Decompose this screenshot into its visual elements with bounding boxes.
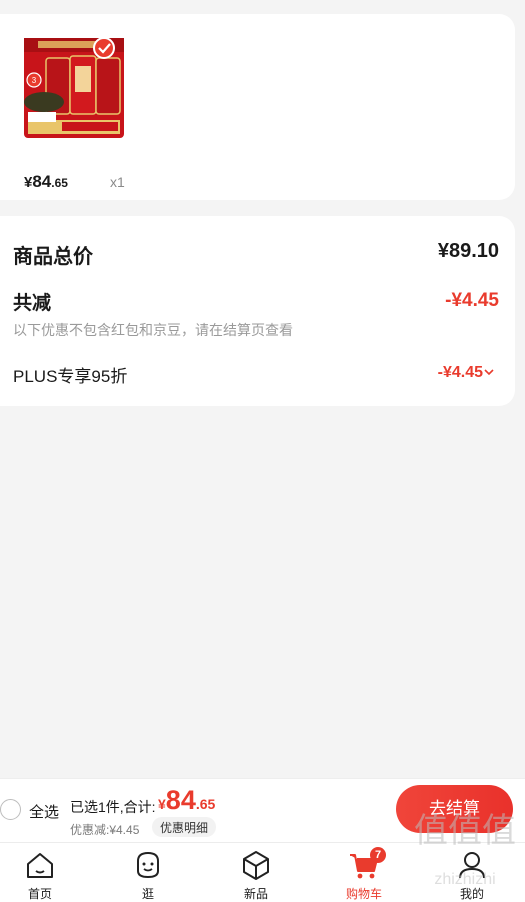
new-products-icon [243, 851, 269, 880]
discount-note: 以下优惠不包含红包和京豆，请在结算页查看 [13, 322, 293, 338]
discount-label: 共减 [13, 293, 52, 314]
home-icon [27, 853, 53, 878]
chevron-down-icon[interactable] [483, 366, 495, 378]
selected-count-text: 已选1件,合计: [70, 799, 156, 815]
checkout-total: ¥84.65 [158, 785, 215, 816]
tab-cart[interactable]: 7 购物车 [324, 843, 404, 902]
thumbnail-badge: 3 [32, 76, 37, 85]
tab-cart-label: 购物车 [345, 887, 382, 901]
watermark-logo: 值值值 zhizhizhi [414, 811, 516, 888]
plus-discount-label[interactable]: PLUS专享95折 [13, 362, 127, 387]
plus-discount-value[interactable]: -¥4.45 [438, 364, 483, 382]
product-quantity[interactable]: x1 [110, 174, 125, 190]
total-price-label: 商品总价 [13, 246, 93, 268]
discover-icon [137, 851, 159, 879]
product-price: ¥84.65 [24, 172, 68, 192]
cart-page: 3 ¥84.65 x1 商品总价 ¥89.10 共减 -¥4.45 以下优惠不包… [0, 0, 525, 902]
tab-discover[interactable]: 逛 [108, 843, 188, 902]
price-summary-card: 商品总价 ¥89.10 共减 -¥4.45 以下优惠不包含红包和京豆，请在结算页… [0, 216, 515, 406]
checkout-total-currency: ¥ [158, 796, 166, 812]
tab-home-label: 首页 [27, 887, 52, 901]
cart-badge: 7 [370, 847, 386, 863]
product-thumbnail[interactable]: 3 [22, 36, 126, 140]
tab-new[interactable]: 新品 [216, 843, 296, 902]
total-price-value: ¥89.10 [437, 240, 499, 262]
checkout-total-decimal: .65 [195, 796, 216, 812]
tab-home[interactable]: 首页 [0, 843, 80, 902]
saved-amount-text: 优惠减:¥4.45 [70, 823, 140, 837]
discount-detail-button[interactable]: 优惠明细 [152, 817, 217, 837]
discount-value: -¥4.45 [445, 290, 499, 311]
tea-product-image: 3 [22, 36, 126, 140]
tab-discover-label: 逛 [141, 887, 154, 901]
price-integer: 84 [32, 172, 52, 191]
checkout-total-integer: 84 [165, 785, 196, 815]
price-decimal: .65 [51, 176, 68, 190]
select-all-label[interactable]: 全选 [29, 801, 59, 822]
tab-new-label: 新品 [243, 887, 268, 901]
select-all-checkbox[interactable] [0, 799, 21, 820]
watermark-text: 值值值 [414, 811, 516, 851]
watermark-url: zhizhizhi [434, 871, 495, 888]
cart-item-card[interactable]: 3 ¥84.65 x1 [0, 14, 515, 200]
